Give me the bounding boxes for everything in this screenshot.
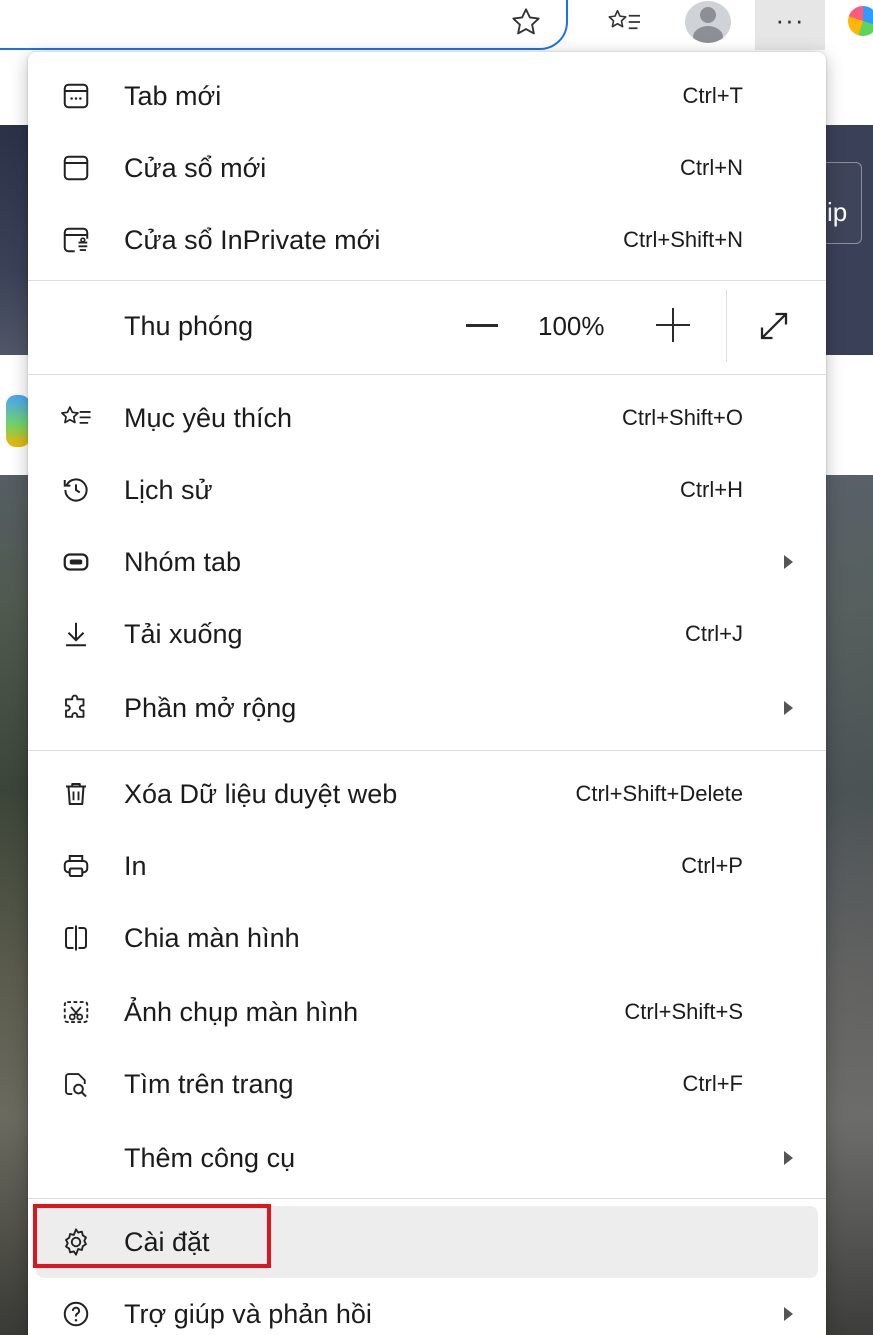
submenu-arrow-icon <box>784 701 793 715</box>
zoom-value: 100% <box>538 310 605 341</box>
menu-item-label: Xóa Dữ liệu duyệt web <box>124 778 398 809</box>
gear-icon <box>58 1224 94 1260</box>
menu-item-favorites[interactable]: Mục yêu thích Ctrl+Shift+O <box>28 382 826 454</box>
new-window-icon <box>58 150 94 186</box>
submenu-arrow-icon <box>784 1307 793 1321</box>
menu-item-label: Phần mở rộng <box>124 692 297 723</box>
menu-item-inprivate-window[interactable]: Cửa sổ InPrivate mới Ctrl+Shift+N <box>28 204 826 276</box>
menu-item-tab-groups[interactable]: Nhóm tab <box>28 526 826 598</box>
menu-item-more-tools[interactable]: Thêm công cụ <box>28 1122 826 1194</box>
zoom-label: Thu phóng <box>124 310 254 341</box>
menu-item-label: Tab mới <box>124 80 222 111</box>
menu-item-shortcut: Ctrl+F <box>682 1071 744 1096</box>
menu-separator <box>28 750 826 751</box>
menu-item-label: Nhóm tab <box>124 546 242 577</box>
menu-item-label: In <box>124 850 147 881</box>
extensions-icon <box>58 690 94 726</box>
find-icon <box>58 1066 94 1102</box>
zoom-out-button[interactable] <box>466 324 498 327</box>
star-icon[interactable] <box>508 4 544 40</box>
menu-item-shortcut: Ctrl+N <box>680 155 743 180</box>
menu-item-split-screen[interactable]: Chia màn hình <box>28 902 826 974</box>
menu-item-shortcut: Ctrl+Shift+N <box>623 227 743 252</box>
profile-avatar[interactable] <box>683 0 733 44</box>
download-icon <box>58 616 94 652</box>
menu-item-new-window[interactable]: Cửa sổ mới Ctrl+N <box>28 132 826 204</box>
menu-item-label: Lịch sử <box>124 474 213 505</box>
menu-item-zoom: Thu phóng 100% <box>28 290 826 362</box>
menu-item-label: Thêm công cụ <box>124 1142 296 1173</box>
help-icon <box>58 1296 94 1332</box>
menu-item-extensions[interactable]: Phần mở rộng <box>28 672 826 744</box>
menu-item-clear-browsing-data[interactable]: Xóa Dữ liệu duyệt web Ctrl+Shift+Delete <box>28 758 826 830</box>
menu-item-shortcut: Ctrl+P <box>681 853 743 878</box>
menu-item-label: Chia màn hình <box>124 922 300 953</box>
menu-item-label: Ảnh chụp màn hình <box>124 996 359 1027</box>
trash-icon <box>58 776 94 812</box>
address-bar[interactable] <box>0 0 568 50</box>
menu-item-shortcut: Ctrl+J <box>684 621 743 646</box>
zoom-divider <box>726 290 727 362</box>
favorites-list-icon[interactable] <box>605 4 645 40</box>
menu-separator <box>28 374 826 375</box>
browser-toolbar: ··· <box>0 0 873 52</box>
menu-item-help-feedback[interactable]: Trợ giúp và phản hồi <box>28 1278 826 1335</box>
menu-separator <box>28 1198 826 1199</box>
submenu-arrow-icon <box>784 555 793 569</box>
menu-item-new-tab[interactable]: Tab mới Ctrl+T <box>28 60 826 132</box>
history-icon <box>58 472 94 508</box>
menu-item-downloads[interactable]: Tải xuống Ctrl+J <box>28 598 826 670</box>
menu-item-label: Trợ giúp và phản hồi <box>124 1298 372 1329</box>
inprivate-icon <box>58 222 94 258</box>
fullscreen-icon[interactable] <box>756 308 792 344</box>
menu-item-label: Cài đặt <box>124 1226 210 1257</box>
menu-item-screenshot[interactable]: Ảnh chụp màn hình Ctrl+Shift+S <box>28 976 826 1048</box>
menu-separator <box>28 280 826 281</box>
menu-item-label: Cửa sổ mới <box>124 152 267 183</box>
edge-copilot-icon[interactable] <box>848 6 873 36</box>
menu-item-label: Tìm trên trang <box>124 1068 294 1099</box>
more-options-button[interactable]: ··· <box>755 0 825 50</box>
print-icon <box>58 848 94 884</box>
menu-item-shortcut: Ctrl+H <box>680 477 743 502</box>
menu-item-shortcut: Ctrl+T <box>682 83 744 108</box>
menu-item-shortcut: Ctrl+Shift+Delete <box>575 781 743 806</box>
split-screen-icon <box>58 920 94 956</box>
menu-item-history[interactable]: Lịch sử Ctrl+H <box>28 454 826 526</box>
new-tab-icon <box>58 78 94 114</box>
tab-groups-icon <box>58 544 94 580</box>
zoom-in-button[interactable] <box>656 308 690 342</box>
menu-item-print[interactable]: In Ctrl+P <box>28 830 826 902</box>
menu-item-label: Mục yêu thích <box>124 402 293 433</box>
menu-item-label: Tải xuống <box>124 618 243 649</box>
menu-item-find-on-page[interactable]: Tìm trên trang Ctrl+F <box>28 1048 826 1120</box>
menu-item-settings[interactable]: Cài đặt <box>36 1206 818 1278</box>
screenshot-icon <box>58 994 94 1030</box>
settings-and-more-menu: Tab mới Ctrl+T Cửa sổ mới Ctrl+N Cửa sổ … <box>28 52 826 1335</box>
background-copilot-icon <box>6 395 30 447</box>
menu-item-shortcut: Ctrl+Shift+O <box>621 405 743 430</box>
submenu-arrow-icon <box>784 1151 793 1165</box>
menu-item-shortcut: Ctrl+Shift+S <box>624 999 743 1024</box>
menu-item-label: Cửa sổ InPrivate mới <box>124 224 381 255</box>
favorites-icon <box>58 400 94 436</box>
